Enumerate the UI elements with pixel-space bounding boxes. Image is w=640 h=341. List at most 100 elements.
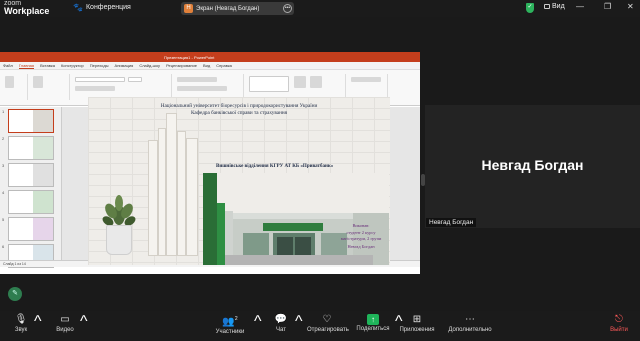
logo-text-workplace: Workplace xyxy=(4,6,50,16)
audio-button[interactable]: 🎙 Звук xyxy=(10,313,32,333)
security-shield-icon[interactable]: ✓ xyxy=(526,3,534,13)
video-label: Видео xyxy=(56,327,74,333)
annotate-pen-icon[interactable]: ✎ xyxy=(8,287,22,301)
slide-author-line: магістратури, 2 групи xyxy=(340,236,382,241)
slide-thumbnail xyxy=(8,136,54,160)
chat-bubble-icon: 💬 xyxy=(274,314,288,325)
powerpoint-title-bar: Презентация1 - PowerPoint xyxy=(0,52,420,62)
screen-share-label: Экран (Невгад Богдан) xyxy=(196,5,260,12)
audio-label: Звук xyxy=(14,327,28,333)
chat-options-chevron-icon[interactable]: ^ xyxy=(295,313,303,331)
font-format-buttons xyxy=(75,86,115,91)
presenter-avatar: Н xyxy=(184,4,193,13)
ppt-tab: Рецензирование xyxy=(166,63,197,68)
participants-count: 2 xyxy=(234,316,238,322)
clipboard-group xyxy=(2,74,28,100)
book xyxy=(177,131,186,256)
slide-author-line: Невгад Богдан xyxy=(347,244,375,249)
align-buttons xyxy=(177,86,227,91)
font-name-box xyxy=(75,77,125,82)
paw-icon: 🐾 xyxy=(73,3,83,12)
zoom-logo: zoom Workplace xyxy=(4,0,50,16)
slides-group xyxy=(30,74,70,100)
share-button[interactable]: ↑ Поделиться xyxy=(355,313,391,332)
share-label: Поделиться xyxy=(356,326,390,332)
ellipsis-icon: ⋯ xyxy=(465,314,475,325)
participants-label: Участники xyxy=(215,329,245,336)
ppt-tab: Конструктор xyxy=(60,63,84,68)
bank-building-image xyxy=(203,173,389,265)
participant-name-large: Невгад Богдан xyxy=(481,157,584,173)
shapes-gallery xyxy=(249,76,289,92)
zoom-top-bar: zoom Workplace 🐾 Конференция Н Экран (Не… xyxy=(0,0,640,17)
video-button[interactable]: ▭ Видео xyxy=(53,313,77,333)
thumbnail-number: 3 xyxy=(2,163,5,168)
ppt-tab: Вид xyxy=(202,63,211,68)
video-options-chevron-icon[interactable]: ^ xyxy=(80,313,88,331)
slide-thumbnail xyxy=(8,109,54,133)
conference-button[interactable]: 🐾 Конференция xyxy=(73,3,131,12)
thumbnail-number: 6 xyxy=(2,244,5,249)
font-size-box xyxy=(128,77,142,82)
ppt-tab: Файл xyxy=(3,63,13,68)
participants-options-chevron-icon[interactable]: ^ xyxy=(254,313,262,331)
thumbnail-number: 1 xyxy=(2,109,5,114)
slide-thumbnail xyxy=(8,190,54,214)
ppt-tab: Вставка xyxy=(40,63,55,68)
slide-author-line: студент 2 курсу xyxy=(346,230,376,235)
book xyxy=(148,140,158,256)
thumbnail-number: 5 xyxy=(2,217,5,222)
exit-icon: ⎋ xyxy=(615,314,623,325)
share-screen-icon: ↑ xyxy=(367,314,379,325)
leave-label: Выйти xyxy=(610,327,628,333)
paste-icon xyxy=(5,76,14,88)
powerpoint-window-title: Презентация1 - PowerPoint xyxy=(164,54,215,60)
book xyxy=(166,113,177,256)
slide-thumbnails-pane: 1 2 3 4 5 6 xyxy=(0,107,62,268)
thumbnail-number: 2 xyxy=(2,136,5,141)
participant-video-tile[interactable]: Невгад Богдан Невгад Богдан xyxy=(425,105,640,228)
view-label: Вид xyxy=(552,3,565,10)
minimize-icon[interactable]: — xyxy=(576,2,584,11)
plant-image xyxy=(102,195,136,226)
view-button[interactable]: Вид xyxy=(544,3,565,10)
apps-button[interactable]: ⊞ Приложения xyxy=(398,313,436,333)
leave-button[interactable]: ⎋ Выйти xyxy=(607,313,631,333)
audio-options-chevron-icon[interactable]: ^ xyxy=(34,313,42,331)
plant-pot xyxy=(106,225,132,255)
chat-label: Чат xyxy=(276,327,286,333)
new-slide-icon xyxy=(33,76,43,88)
more-label: Дополнительно xyxy=(448,327,492,333)
react-button[interactable]: ♡ Отреагировать xyxy=(307,313,349,333)
meeting-controls-bar: 🎙 Звук ^ ▭ Видео ^ 👥2 Участники ^ 💬 Чат … xyxy=(0,311,640,341)
books-image xyxy=(148,113,203,256)
powerpoint-ribbon-tabs: Файл Главная Вставка Конструктор Переходы Ани… xyxy=(0,62,420,70)
arrange-icon xyxy=(294,76,306,88)
thumbnail-number: 4 xyxy=(2,190,5,195)
paragraph-buttons xyxy=(177,77,217,82)
participants-button[interactable]: 👥2 Участники xyxy=(212,313,248,335)
apps-label: Приложения xyxy=(399,327,435,333)
ppt-tab: Слайд-шоу xyxy=(139,63,161,68)
microphone-icon: 🎙 xyxy=(14,314,28,325)
slide-university-title: Національний університет біоресурсів і п… xyxy=(160,103,318,109)
more-button[interactable]: ⋯ Дополнительно xyxy=(448,313,492,333)
close-icon[interactable]: ✕ xyxy=(627,2,634,11)
ppt-tab: Главная xyxy=(18,62,35,69)
grid-icon xyxy=(544,3,550,9)
restore-icon[interactable]: ❐ xyxy=(604,2,611,11)
camera-icon: ▭ xyxy=(60,314,70,325)
ppt-tab: Переходы xyxy=(89,63,109,68)
slide-author-line: Виконав: xyxy=(352,223,370,228)
participants-icon: 👥2 xyxy=(222,316,238,328)
more-options-icon[interactable]: ••• xyxy=(283,4,292,13)
conference-label: Конференция xyxy=(85,4,131,11)
screen-share-indicator[interactable]: Н Экран (Невгад Богдан) ••• xyxy=(181,2,294,15)
heart-icon: ♡ xyxy=(322,314,332,325)
apps-grid-icon: ⊞ xyxy=(412,314,422,325)
slide-thumbnail xyxy=(8,217,54,241)
chat-button[interactable]: 💬 Чат xyxy=(272,313,290,333)
slide-count-label: Слайд 1 из 14 xyxy=(3,262,26,266)
quick-styles-icon xyxy=(310,76,322,88)
slide-department-title: Кафедра банківської справи та страхуванн… xyxy=(190,110,288,116)
